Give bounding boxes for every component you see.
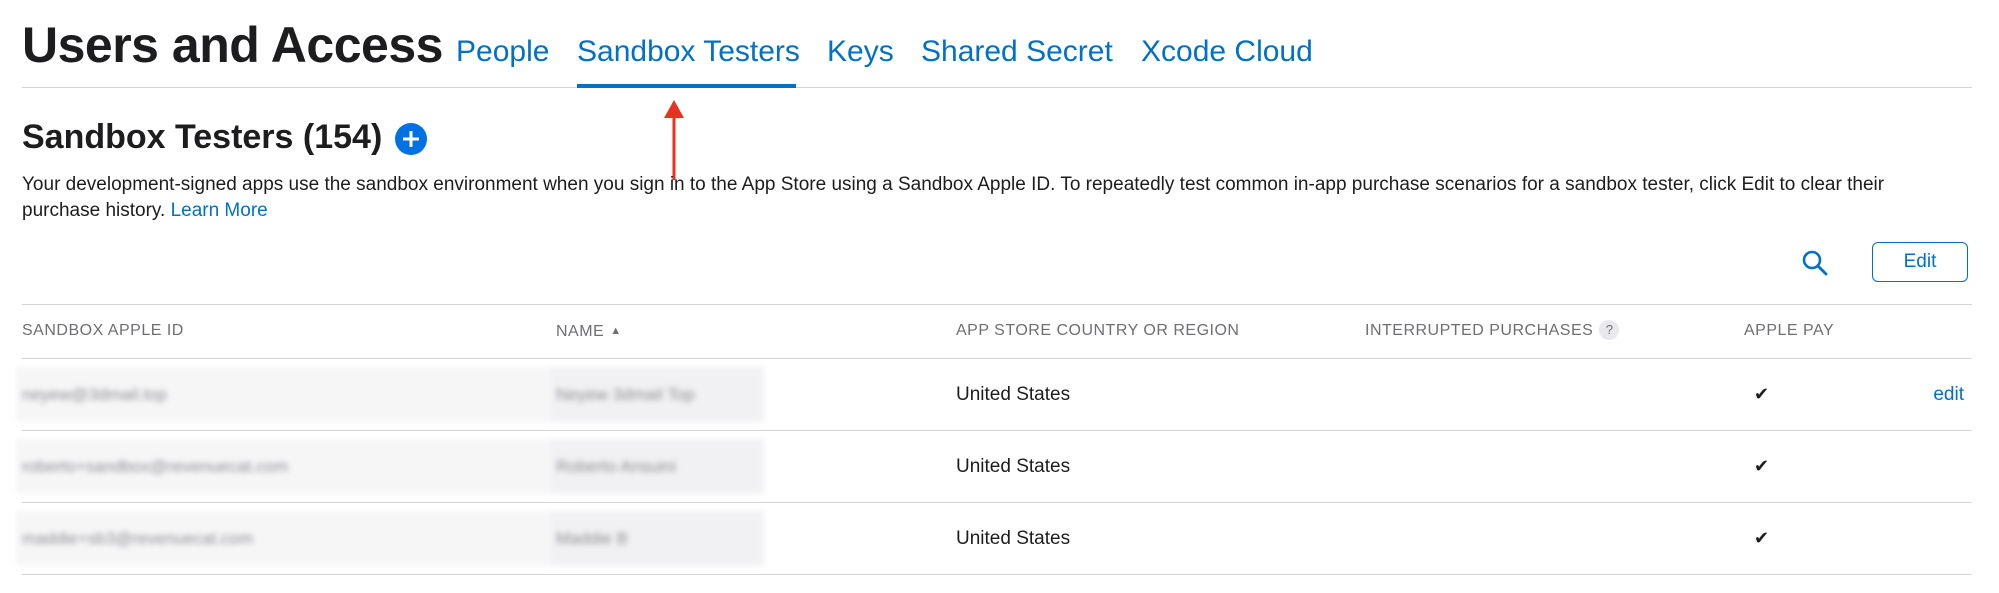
- search-button[interactable]: [1800, 248, 1830, 278]
- tab-xcode-cloud[interactable]: Xcode Cloud: [1141, 30, 1313, 74]
- section-description: Your development-signed apps use the san…: [22, 172, 1967, 224]
- column-header-name[interactable]: NAME ▲: [556, 305, 622, 358]
- table-row[interactable]: maddie+sb3@revenuecat.com Maddie B Unite…: [16, 503, 1972, 575]
- checkmark-icon: ✔: [1754, 528, 1770, 548]
- table-row[interactable]: roberto+sandbox@revenuecat.com Roberto A…: [16, 431, 1972, 503]
- tab-shared-secret[interactable]: Shared Secret: [921, 30, 1113, 74]
- name-cell: Maddie B: [548, 511, 764, 566]
- annotation-arrow-icon: [664, 100, 684, 180]
- description-text: Your development-signed apps use the san…: [22, 174, 1885, 221]
- table-header: SANDBOX APPLE ID NAME ▲ APP STORE COUNTRY…: [22, 304, 1972, 359]
- users-and-access-page: Users and Access People Sandbox Testers …: [16, 0, 1972, 593]
- help-icon[interactable]: ?: [1599, 320, 1620, 340]
- column-header-apple-pay[interactable]: APPLE PAY: [1744, 305, 1834, 357]
- country-cell: United States: [956, 456, 1071, 477]
- page-header: Users and Access People Sandbox Testers …: [22, 0, 1972, 88]
- country-cell: United States: [956, 384, 1071, 405]
- apple-id-cell: neyew@3dmail.top: [16, 367, 548, 422]
- learn-more-link[interactable]: Learn More: [171, 200, 268, 221]
- tab-keys[interactable]: Keys: [827, 30, 894, 74]
- page-title: Users and Access: [22, 17, 443, 73]
- checkmark-icon: ✔: [1754, 384, 1770, 404]
- row-edit-link[interactable]: edit: [1933, 359, 1964, 430]
- name-cell: Roberto Ansuini: [548, 439, 764, 494]
- name-cell: Neyew 3dmail Top: [548, 367, 764, 422]
- checkmark-icon: ✔: [1754, 456, 1770, 476]
- apple-id-cell: maddie+sb3@revenuecat.com: [16, 511, 548, 566]
- column-header-interrupted: INTERRUPTED PURCHASES?: [1365, 305, 1620, 357]
- sort-ascending-icon: ▲: [610, 325, 622, 337]
- add-tester-button[interactable]: [395, 123, 427, 155]
- column-header-apple-id[interactable]: SANDBOX APPLE ID: [22, 305, 184, 357]
- search-icon: [1802, 250, 1828, 276]
- tab-sandbox-testers[interactable]: Sandbox Testers: [577, 30, 800, 74]
- column-header-name-label: NAME: [556, 323, 605, 340]
- apple-id-cell: roberto+sandbox@revenuecat.com: [16, 439, 548, 494]
- section-title: Sandbox Testers (154): [22, 118, 383, 156]
- edit-button[interactable]: Edit: [1872, 242, 1968, 282]
- country-cell: United States: [956, 528, 1071, 549]
- table-row[interactable]: neyew@3dmail.top Neyew 3dmail Top United…: [16, 359, 1972, 431]
- column-header-interrupted-label: INTERRUPTED PURCHASES: [1365, 322, 1594, 339]
- sandbox-testers-table: SANDBOX APPLE ID NAME ▲ APP STORE COUNTRY…: [16, 304, 1972, 575]
- column-header-country[interactable]: APP STORE COUNTRY OR REGION: [956, 305, 1239, 357]
- active-tab-indicator: [577, 84, 796, 88]
- tab-people[interactable]: People: [456, 30, 549, 74]
